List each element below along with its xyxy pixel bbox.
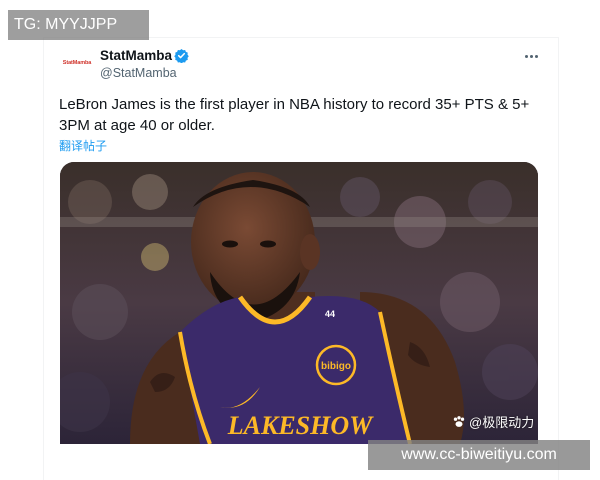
paw-icon — [453, 415, 465, 427]
tweet-text: LeBron James is the first player in NBA … — [59, 96, 530, 134]
source-watermark: @极限动力 — [452, 412, 534, 431]
display-name[interactable]: StatMamba — [100, 48, 172, 63]
bottom-right-watermark: www.cc-biweitiyu.com — [368, 440, 590, 470]
more-options-button[interactable] — [520, 48, 542, 64]
verified-badge-icon — [174, 48, 189, 63]
jersey-patch-text: bibigo — [321, 361, 351, 372]
more-dot-icon — [524, 54, 528, 58]
lebron-photo-illustration: bibigo 44 LAKESHOW — [60, 162, 538, 444]
avatar-logo-text: StatMamba — [62, 60, 92, 66]
top-left-watermark: TG: MYYJJPP — [8, 10, 149, 40]
user-handle[interactable]: @StatMamba — [100, 66, 177, 80]
source-watermark-text: @极限动力 — [469, 415, 535, 430]
jersey-number: 44 — [325, 309, 335, 319]
jersey-wordmark: LAKESHOW — [227, 411, 374, 440]
more-dot-icon — [529, 54, 533, 58]
avatar[interactable]: StatMamba — [58, 44, 96, 82]
more-dot-icon — [534, 54, 538, 58]
translate-post-link[interactable]: 翻译帖子 — [59, 137, 107, 154]
tweet-media-photo[interactable]: bibigo 44 LAKESHOW — [60, 162, 538, 444]
